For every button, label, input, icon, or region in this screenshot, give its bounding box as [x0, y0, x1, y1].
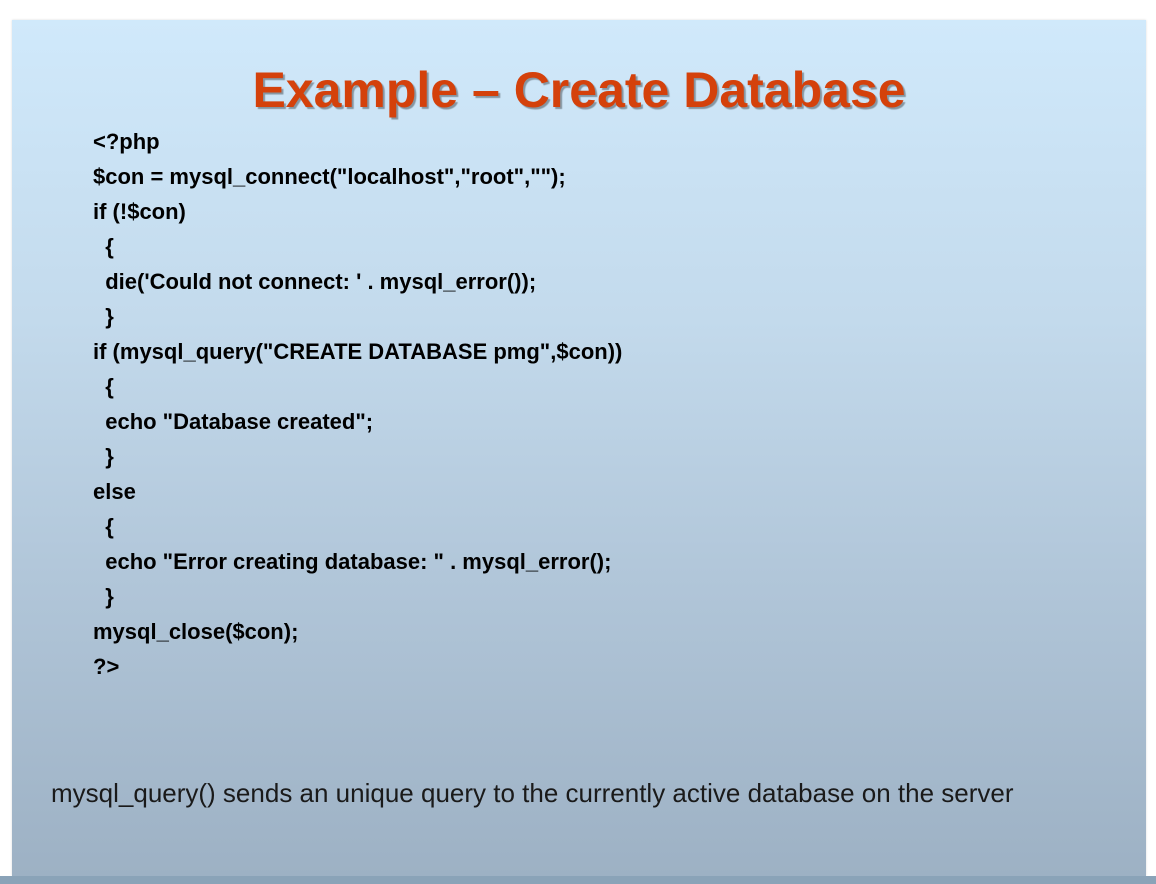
code-line: echo "Error creating database: " . mysql… — [93, 549, 612, 574]
slide-caption: mysql_query() sends an unique query to t… — [51, 778, 1014, 808]
code-block: <?php $con = mysql_connect("localhost","… — [93, 124, 622, 684]
code-line: { — [93, 234, 114, 259]
code-line: if (mysql_query("CREATE DATABASE pmg",$c… — [93, 339, 623, 364]
code-line: } — [93, 304, 114, 329]
code-line: { — [93, 374, 114, 399]
code-line: die('Could not connect: ' . mysql_error(… — [93, 269, 537, 294]
slide: Example – Create Database <?php $con = m… — [12, 20, 1146, 876]
code-line: $con = mysql_connect("localhost","root",… — [93, 164, 566, 189]
code-line: <?php — [93, 129, 160, 154]
code-line: } — [93, 444, 114, 469]
bottom-bar — [0, 876, 1156, 884]
code-line: if (!$con) — [93, 199, 186, 224]
code-line: ?> — [93, 654, 120, 679]
code-line: echo "Database created"; — [93, 409, 374, 434]
code-line: } — [93, 584, 114, 609]
code-line: { — [93, 514, 114, 539]
code-line: mysql_close($con); — [93, 619, 299, 644]
slide-title: Example – Create Database — [252, 62, 906, 118]
code-line: else — [93, 479, 136, 504]
page: Example – Create Database <?php $con = m… — [0, 0, 1156, 884]
